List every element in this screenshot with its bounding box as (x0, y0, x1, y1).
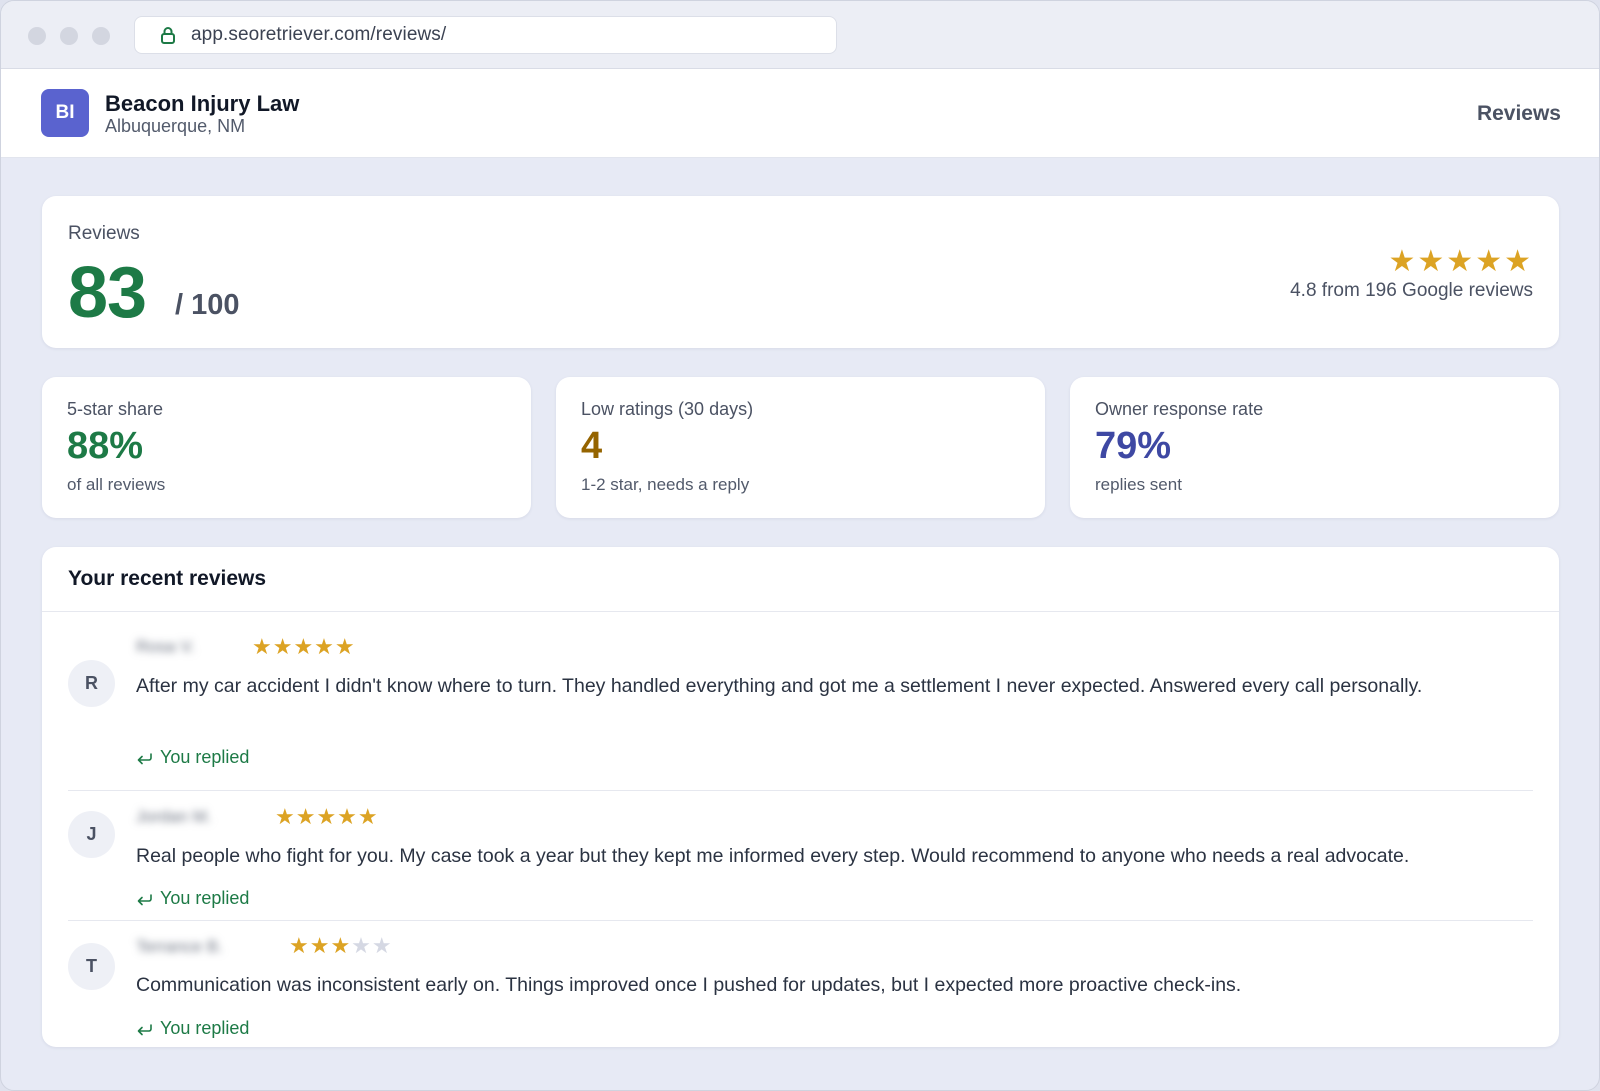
app-header: BI Beacon Injury Law Albuquerque, NM Rev… (1, 69, 1599, 158)
reply-arrow-icon (137, 893, 152, 905)
reviewer-avatar: J (68, 811, 115, 858)
review-text: After my car accident I didn't know wher… (136, 675, 1423, 697)
stat-subtext: 1-2 star, needs a reply (581, 475, 750, 494)
stat-subtext: replies sent (1095, 475, 1182, 494)
score-label: Reviews (68, 223, 140, 244)
nav-reviews-link[interactable]: Reviews (1477, 102, 1561, 126)
empty-stars: ★★ (351, 933, 393, 958)
window-maximize-dot[interactable] (92, 27, 110, 45)
reply-status[interactable]: You replied (136, 747, 249, 768)
reviewer-name: Jordan M. (136, 807, 212, 826)
stat-value: 79% (1095, 425, 1172, 467)
google-rating-summary: 4.8 from 196 Google reviews (1290, 280, 1533, 301)
reply-arrow-icon (137, 752, 152, 764)
reviewer-name: Terrance B. (136, 937, 223, 956)
reviewer-name: Rosa V. (136, 637, 195, 656)
review-stars: ★★★★★ (275, 804, 379, 830)
review-text: Real people who fight for you. My case t… (136, 845, 1410, 867)
filled-stars: ★★★★★ (275, 804, 379, 829)
recent-reviews-card: Your recent reviews R Rosa V. ★★★★★ Afte… (42, 547, 1559, 1047)
reply-status-label: You replied (160, 747, 250, 767)
recent-reviews-title: Your recent reviews (68, 567, 267, 590)
reply-arrow-icon (137, 1023, 152, 1035)
score-max: / 100 (175, 289, 240, 321)
stat-label: Low ratings (30 days) (581, 399, 754, 419)
stat-subtext: of all reviews (67, 475, 166, 494)
reviews-score-card: Reviews 83 / 100 ★★★★★ 4.8 from 196 Goog… (42, 196, 1559, 348)
business-logo: BI (41, 89, 89, 137)
window-minimize-dot[interactable] (60, 27, 78, 45)
browser-window: app.seoretriever.com/reviews/ BI Beacon … (0, 0, 1600, 1091)
review-item[interactable]: J Jordan M. ★★★★★ Real people who fight … (68, 791, 1533, 921)
reply-status-label: You replied (160, 888, 250, 908)
filled-stars: ★★★★★ (252, 634, 356, 659)
review-item[interactable]: T Terrance B. ★★★★★ Communication was in… (68, 921, 1533, 1041)
stat-card-five-star-share: 5-star share 88% of all reviews (42, 377, 531, 518)
reviewer-avatar: R (68, 660, 115, 707)
review-stars: ★★★★★ (289, 933, 393, 959)
reply-status[interactable]: You replied (136, 1018, 249, 1039)
review-item[interactable]: R Rosa V. ★★★★★ After my car accident I … (68, 631, 1533, 791)
stat-label: Owner response rate (1095, 399, 1264, 419)
divider (42, 611, 1559, 612)
reviewer-avatar: T (68, 943, 115, 990)
stat-value: 4 (581, 425, 603, 467)
score-value: 83 (68, 253, 147, 333)
address-bar[interactable]: app.seoretriever.com/reviews/ (134, 16, 837, 54)
review-text: Communication was inconsistent early on.… (136, 974, 1242, 996)
window-close-dot[interactable] (28, 27, 46, 45)
stat-card-owner-response-rate: Owner response rate 79% replies sent (1070, 377, 1559, 518)
reply-status[interactable]: You replied (136, 888, 249, 909)
filled-stars: ★★★ (289, 933, 352, 958)
google-rating-stars: ★★★★★ (1388, 245, 1533, 278)
stat-label: 5-star share (67, 399, 164, 419)
stat-card-low-ratings: Low ratings (30 days) 4 1-2 star, needs … (556, 377, 1045, 518)
business-name: Beacon Injury Law (105, 91, 300, 116)
reply-status-label: You replied (160, 1018, 250, 1038)
stat-value: 88% (67, 425, 144, 467)
url-text: app.seoretriever.com/reviews/ (191, 24, 447, 45)
review-stars: ★★★★★ (252, 634, 356, 660)
lock-icon (161, 27, 175, 44)
browser-chrome: app.seoretriever.com/reviews/ (1, 1, 1599, 69)
business-location: Albuquerque, NM (105, 116, 246, 136)
